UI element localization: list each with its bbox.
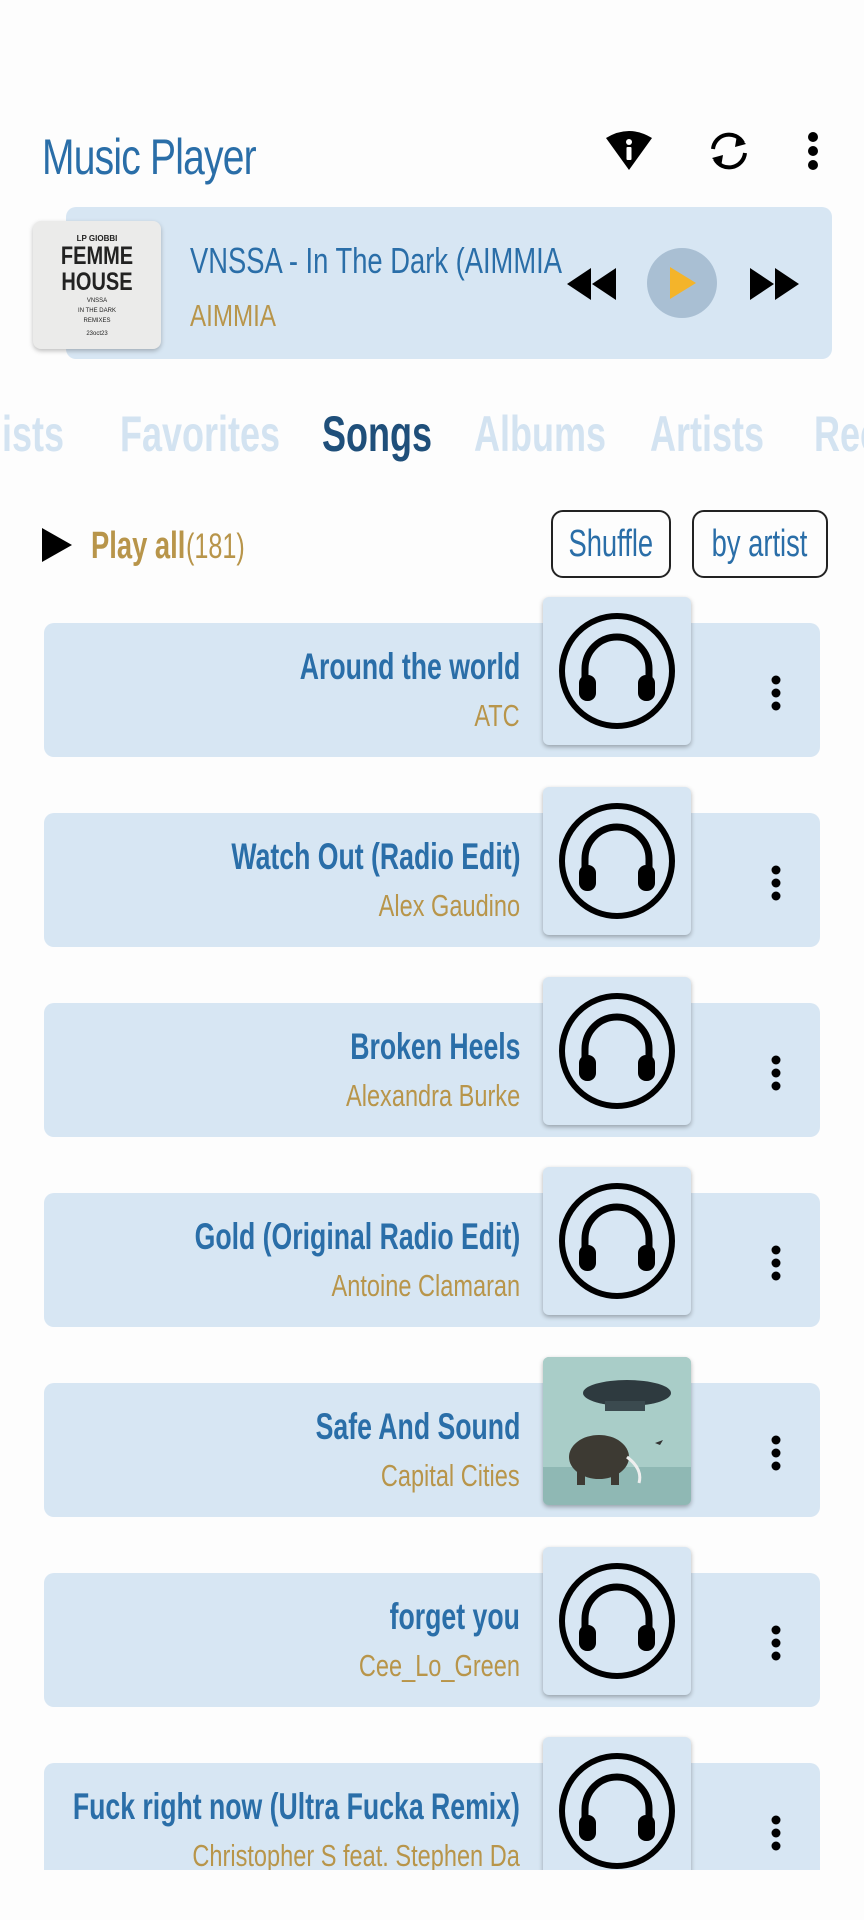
sort-by-artist-button[interactable]: by artist xyxy=(692,510,828,578)
song-title: Gold (Original Radio Edit) xyxy=(194,1216,520,1257)
song-title: Fuck right now (Ultra Fucka Remix) xyxy=(72,1786,520,1827)
cover-text: VNSSA xyxy=(86,297,108,304)
now-playing-cover[interactable]: LP GIOBBI FEMME HOUSE VNSSA IN THE DARK … xyxy=(33,221,161,349)
list-item[interactable]: Around the world ATC xyxy=(44,590,820,757)
list-item[interactable]: Watch Out (Radio Edit) Alex Gaudino xyxy=(44,780,820,947)
play-button[interactable] xyxy=(647,248,717,318)
list-item[interactable]: Broken Heels Alexandra Burke xyxy=(44,970,820,1137)
song-card xyxy=(44,1003,820,1137)
headphones-icon xyxy=(543,977,691,1125)
song-card xyxy=(44,623,820,757)
song-artist: Capital Cities xyxy=(381,1458,520,1493)
headphones-icon xyxy=(543,1737,691,1870)
tab-favorites[interactable]: Favorites xyxy=(120,405,280,463)
tab-playlists[interactable]: lists xyxy=(0,405,64,463)
song-artist: Alex Gaudino xyxy=(378,888,520,923)
rewind-icon xyxy=(567,268,616,300)
fast-forward-icon xyxy=(750,268,799,300)
song-title: Around the world xyxy=(299,646,521,687)
info-icon[interactable] xyxy=(602,124,656,178)
more-vert-icon[interactable] xyxy=(756,1618,796,1668)
song-artist: Antoine Clamaran xyxy=(331,1268,520,1303)
fast-forward-button[interactable] xyxy=(748,258,800,310)
more-vert-icon[interactable] xyxy=(756,668,796,718)
song-artist: Cee_Lo_Green xyxy=(358,1648,520,1683)
headphones-icon xyxy=(543,597,691,745)
headphones-icon xyxy=(543,1547,691,1695)
song-title: Safe And Sound xyxy=(315,1406,520,1447)
list-item[interactable]: Fuck right now (Ultra Fucka Remix) Chris… xyxy=(44,1730,820,1870)
song-title: Watch Out (Radio Edit) xyxy=(230,836,520,877)
now-playing-title: VNSSA - In The Dark (AIMMIA xyxy=(190,240,562,281)
tab-recent[interactable]: Rec xyxy=(814,405,864,463)
shuffle-button[interactable]: Shuffle xyxy=(551,510,671,578)
play-icon xyxy=(670,267,696,299)
song-card xyxy=(44,1573,820,1707)
play-all-icon[interactable] xyxy=(42,528,72,562)
tab-artists[interactable]: Artists xyxy=(650,405,764,463)
song-artist: Christopher S feat. Stephen Da xyxy=(192,1838,520,1870)
song-count: (181) xyxy=(186,527,245,566)
song-title: forget you xyxy=(389,1596,520,1637)
rewind-button[interactable] xyxy=(566,258,618,310)
album-cover xyxy=(543,1357,691,1505)
now-playing-bar[interactable] xyxy=(66,207,832,359)
more-vert-icon[interactable] xyxy=(756,1428,796,1478)
song-artist: ATC xyxy=(474,698,520,733)
tab-albums[interactable]: Albums xyxy=(474,405,606,463)
more-vert-icon[interactable] xyxy=(756,858,796,908)
play-all-button[interactable]: Play all xyxy=(91,525,185,568)
song-card xyxy=(44,1383,820,1517)
more-vert-icon[interactable] xyxy=(786,124,840,178)
cover-title: FEMME HOUSE xyxy=(60,241,134,296)
song-card xyxy=(44,813,820,947)
cover-text: IN THE DARK xyxy=(78,307,116,314)
more-vert-icon[interactable] xyxy=(756,1238,796,1288)
headphones-icon xyxy=(543,787,691,935)
headphones-icon xyxy=(543,1167,691,1315)
sort-label: by artist xyxy=(712,522,808,565)
more-vert-icon[interactable] xyxy=(756,1808,796,1858)
song-artist: Alexandra Burke xyxy=(345,1078,520,1113)
list-item[interactable]: forget you Cee_Lo_Green xyxy=(44,1540,820,1707)
song-title: Broken Heels xyxy=(349,1026,520,1067)
list-item[interactable]: Gold (Original Radio Edit) Antoine Clama… xyxy=(44,1160,820,1327)
more-vert-icon[interactable] xyxy=(756,1048,796,1098)
tab-songs[interactable]: Songs xyxy=(322,405,432,463)
cover-text: REMIXES xyxy=(83,317,111,324)
song-list: Around the world ATC Watch Out (Radio Ed… xyxy=(0,590,864,1870)
sync-icon[interactable] xyxy=(702,124,756,178)
song-card xyxy=(44,1193,820,1327)
now-playing-artist: AIMMIA xyxy=(190,298,276,333)
shuffle-label: Shuffle xyxy=(568,522,654,565)
tab-bar: lists Favorites Songs Albums Artists Rec xyxy=(0,405,864,475)
cover-text: 23oct23 xyxy=(86,330,108,337)
app-title: Music Player xyxy=(42,129,257,185)
list-item[interactable]: Safe And Sound Capital Cities xyxy=(44,1350,820,1517)
